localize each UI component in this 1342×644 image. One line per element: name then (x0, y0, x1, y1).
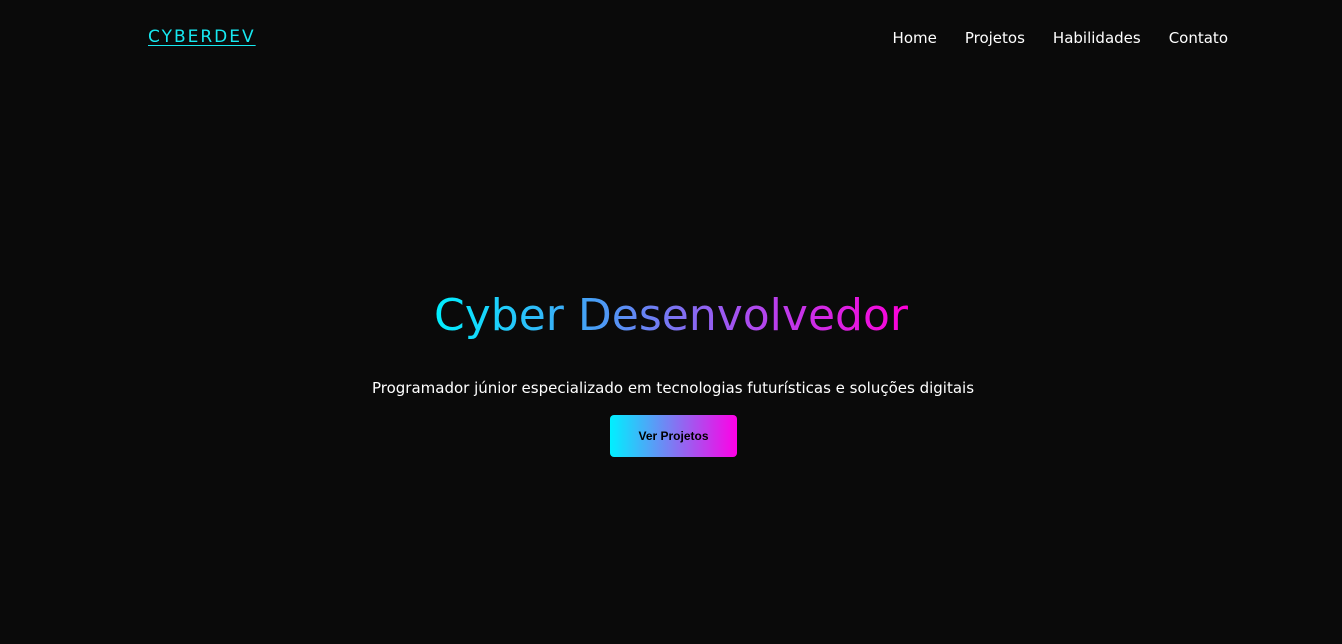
view-projects-button[interactable]: Ver Projetos (610, 415, 737, 457)
hero-title-text: Cyber Desenvolvedor (434, 290, 908, 341)
hero-title: Cyber Desenvolvedor (0, 288, 1342, 344)
hero-subtitle: Programador júnior especializado em tecn… (371, 379, 975, 397)
hero-section: Cyber Desenvolvedor Programador júnior e… (0, 0, 1342, 644)
